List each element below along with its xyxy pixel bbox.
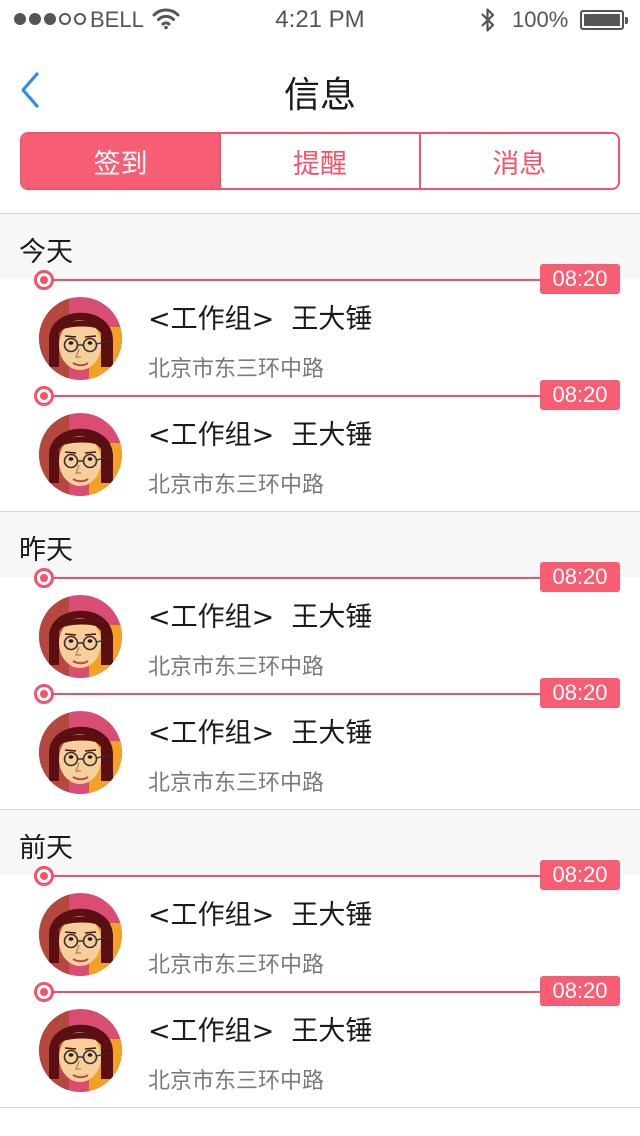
battery-icon bbox=[580, 10, 628, 30]
timeline-dot-icon bbox=[34, 386, 54, 406]
item-title: <工作组> 王大锤 bbox=[148, 718, 373, 749]
timeline-line bbox=[44, 875, 541, 877]
timeline-dot-icon bbox=[34, 270, 54, 290]
segment-reminder[interactable]: 提醒 bbox=[219, 134, 418, 188]
time-badge: 08:20 bbox=[540, 264, 620, 294]
time-badge: 08:20 bbox=[540, 380, 620, 410]
navigation-bar: 信息 bbox=[0, 40, 640, 130]
timeline-line bbox=[44, 577, 541, 579]
timeline-dot-icon bbox=[34, 866, 54, 886]
timeline-line bbox=[44, 279, 541, 281]
time-badge: 08:20 bbox=[540, 860, 620, 890]
list-item[interactable]: 08:20 <工作组> 王大锤北京市东三环中路 bbox=[0, 562, 640, 693]
item-location: 北京市东三环中路 bbox=[148, 357, 325, 382]
day-group: 今天08:20 <工作组> 王大锤北京市东三环中路08:20 <工作组> bbox=[0, 213, 640, 511]
battery-percentage: 100% bbox=[512, 7, 569, 32]
item-location: 北京市东三环中路 bbox=[148, 1069, 325, 1094]
segment-message[interactable]: 消息 bbox=[418, 134, 618, 188]
avatar[interactable] bbox=[39, 297, 122, 380]
checkin-list: 今天08:20 <工作组> 王大锤北京市东三环中路08:20 <工作组> bbox=[0, 213, 640, 1108]
timeline-line bbox=[44, 991, 541, 993]
item-title: <工作组> 王大锤 bbox=[148, 420, 373, 451]
list-item[interactable]: 08:20 <工作组> 王大锤北京市东三环中路 bbox=[0, 264, 640, 395]
list-item[interactable]: 08:20 <工作组> 王大锤北京市东三环中路 bbox=[0, 860, 640, 991]
timeline-line bbox=[44, 693, 541, 695]
section-title: 前天 bbox=[19, 833, 73, 864]
list-item[interactable]: 08:20 <工作组> 王大锤北京市东三环中路 bbox=[0, 976, 640, 1107]
item-title: <工作组> 王大锤 bbox=[148, 602, 373, 633]
bluetooth-icon bbox=[479, 6, 497, 38]
page-title: 信息 bbox=[283, 75, 356, 116]
avatar[interactable] bbox=[39, 595, 122, 678]
status-bar: BELL 4:21 PM 100% bbox=[0, 0, 640, 40]
item-location: 北京市东三环中路 bbox=[148, 473, 325, 498]
item-title: <工作组> 王大锤 bbox=[148, 1016, 373, 1047]
day-group: 前天08:20 <工作组> 王大锤北京市东三环中路08:20 <工作组> bbox=[0, 809, 640, 1108]
timeline-line bbox=[44, 395, 541, 397]
timeline-dot-icon bbox=[34, 684, 54, 704]
segment-checkin[interactable]: 签到 bbox=[22, 134, 220, 188]
timeline-dot-icon bbox=[34, 982, 54, 1002]
avatar[interactable] bbox=[39, 711, 122, 794]
item-title: <工作组> 王大锤 bbox=[148, 304, 373, 335]
section-title: 昨天 bbox=[19, 535, 73, 566]
segmented-control: 签到 提醒 消息 bbox=[20, 132, 620, 190]
section-title: 今天 bbox=[19, 237, 73, 268]
list-item[interactable]: 08:20 <工作组> 王大锤北京市东三环中路 bbox=[0, 380, 640, 511]
time-badge: 08:20 bbox=[540, 976, 620, 1006]
avatar[interactable] bbox=[39, 413, 122, 496]
item-location: 北京市东三环中路 bbox=[148, 655, 325, 680]
time-badge: 08:20 bbox=[540, 562, 620, 592]
item-location: 北京市东三环中路 bbox=[148, 953, 325, 978]
avatar[interactable] bbox=[39, 893, 122, 976]
timeline-dot-icon bbox=[34, 568, 54, 588]
time-badge: 08:20 bbox=[540, 678, 620, 708]
item-location: 北京市东三环中路 bbox=[148, 771, 325, 796]
item-title: <工作组> 王大锤 bbox=[148, 900, 373, 931]
list-item[interactable]: 08:20 <工作组> 王大锤北京市东三环中路 bbox=[0, 678, 640, 809]
avatar[interactable] bbox=[39, 1009, 122, 1092]
day-group: 昨天08:20 <工作组> 王大锤北京市东三环中路08:20 <工作组> bbox=[0, 511, 640, 809]
